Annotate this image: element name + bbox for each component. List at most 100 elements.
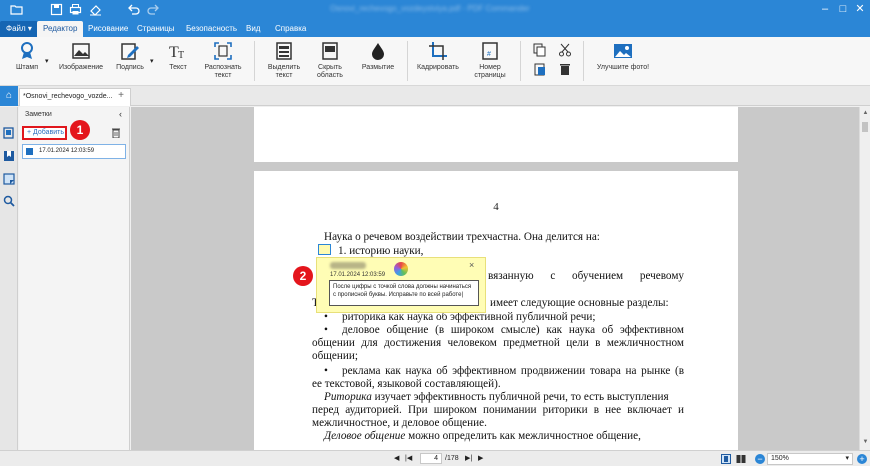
chevron-down-icon: ▾	[845, 455, 849, 462]
tab-help[interactable]: Справка	[269, 21, 312, 37]
page-number: 4	[493, 201, 499, 213]
text-line: Наука о речевом воздействии трехчастна. …	[324, 231, 600, 243]
signature-dropdown-icon[interactable]: ▾	[150, 57, 154, 65]
svg-text:T: T	[178, 50, 184, 61]
page-number-button[interactable]: # Номер страницы	[470, 41, 510, 83]
title-bar: Osnovi_rechevogo_vozdeystviya.pdf - PDF …	[0, 0, 870, 19]
text-button[interactable]: TT Текст	[164, 41, 192, 83]
notes-panel: Заметки ‹ + Добавить 17.01.2024 12:03:59	[19, 107, 130, 450]
maximize-icon[interactable]: □	[836, 2, 850, 16]
text-line: ее текстовой, языковой составляющей).	[312, 378, 501, 390]
svg-text:#: #	[487, 51, 491, 58]
image-button[interactable]: Изображение	[57, 41, 105, 83]
zoom-out-button[interactable]: −	[755, 454, 765, 464]
text-line: Деловое общение можно определить как меж…	[324, 430, 641, 442]
first-page-icon[interactable]: |◀	[405, 454, 412, 464]
page-number-input[interactable]: 4	[420, 453, 442, 464]
two-page-view-icon[interactable]	[736, 454, 746, 464]
minimize-icon[interactable]: –	[818, 2, 832, 16]
improve-photo-button[interactable]: Улучшите фото!	[592, 41, 654, 83]
ribbon-separator	[520, 41, 521, 81]
note-list-item[interactable]: 17.01.2024 12:03:59	[22, 144, 126, 159]
trash-icon[interactable]	[558, 62, 572, 76]
tab-security[interactable]: Безопасность	[180, 21, 243, 37]
ribbon-separator	[407, 41, 408, 81]
stamp-icon	[21, 42, 33, 59]
stamp-dropdown-icon[interactable]: ▾	[45, 57, 49, 65]
ribbon-toolbar: Штамп ▾ Изображение Подпись ▾ TT Текст Р…	[0, 37, 870, 86]
delete-note-icon[interactable]	[111, 127, 121, 138]
recognize-text-button[interactable]: Распознать текст	[200, 41, 246, 83]
note-date: 17.01.2024 12:03:59	[330, 272, 386, 278]
close-icon[interactable]: ✕	[853, 2, 867, 16]
recognize-icon	[214, 42, 232, 60]
print-icon[interactable]	[69, 3, 82, 16]
hide-area-icon	[322, 42, 338, 60]
note-popup: 17.01.2024 12:03:59 × После цифры с точк…	[316, 257, 486, 313]
scrollbar-thumb[interactable]	[862, 122, 868, 132]
redo-icon[interactable]	[147, 3, 160, 16]
text-line: реклама как наука об эффективном продвиж…	[342, 365, 684, 377]
image-icon	[72, 43, 90, 59]
single-page-view-icon[interactable]	[721, 454, 731, 464]
stamp-button[interactable]: Штамп	[12, 41, 42, 83]
scissors-icon[interactable]	[558, 43, 572, 57]
blur-button[interactable]: Размытие	[358, 41, 398, 83]
page-number-icon: #	[482, 42, 498, 60]
text-line: межличностное, и деловое общение.	[312, 417, 487, 429]
vertical-scrollbar[interactable]: ▲ ▼	[859, 107, 870, 450]
bookmarks-panel-icon[interactable]	[3, 150, 15, 162]
step-badge-2: 2	[293, 266, 313, 286]
window-title: Osnovi_rechevogo_vozdeystviya.pdf - PDF …	[330, 4, 530, 13]
ribbon-separator	[583, 41, 584, 81]
tab-view[interactable]: Вид	[240, 21, 266, 37]
scroll-up-icon[interactable]: ▲	[861, 110, 870, 118]
note-author	[330, 262, 366, 269]
blur-icon	[372, 43, 384, 60]
crop-button[interactable]: Кадрировать	[414, 41, 462, 83]
scan-icon[interactable]	[89, 3, 102, 16]
close-note-icon[interactable]: ×	[469, 260, 474, 270]
scroll-down-icon[interactable]: ▼	[861, 439, 870, 447]
note-icon	[26, 148, 33, 155]
note-marker-icon[interactable]	[318, 244, 331, 255]
paste-icon[interactable]	[533, 62, 547, 76]
home-icon[interactable]: ⌂	[0, 86, 18, 106]
note-text-field[interactable]: После цифры с точкой слова должны начина…	[329, 280, 479, 306]
step-badge-1: 1	[70, 120, 90, 140]
zoom-select[interactable]: 150% ▾	[767, 453, 853, 465]
text-line: общении для достижения человеком предмет…	[312, 337, 684, 349]
signature-icon	[121, 43, 139, 60]
file-menu-button[interactable]: Файл ▾	[0, 21, 38, 37]
tab-drawing[interactable]: Рисование	[82, 21, 134, 37]
document-viewport: 4 Наука о речевом воздействии трехчастна…	[131, 107, 859, 450]
pages-panel-icon[interactable]	[3, 127, 15, 139]
tab-editor[interactable]: Редактор	[37, 21, 84, 37]
undo-icon[interactable]	[127, 3, 140, 16]
add-tab-button[interactable]: +	[115, 89, 127, 103]
notes-panel-icon[interactable]	[3, 173, 15, 185]
text-line: вязанную с обучением речевому	[488, 270, 684, 282]
add-note-button[interactable]: + Добавить	[22, 126, 67, 140]
prev-page-icon[interactable]: ◀	[394, 454, 399, 464]
save-icon[interactable]	[50, 3, 63, 16]
color-picker-icon[interactable]	[394, 262, 408, 276]
last-page-icon[interactable]: ▶|	[465, 454, 472, 464]
status-bar: ◀ |◀ 4 /178 ▶| ▶ − 150% ▾ +	[0, 450, 870, 466]
document-tab-bar: ⌂ *Osnovi_rechevogo_vozde... +	[0, 86, 870, 106]
hide-area-button[interactable]: Скрыть область	[311, 41, 349, 83]
photo-icon	[614, 44, 632, 58]
search-icon[interactable]	[3, 195, 15, 207]
signature-button[interactable]: Подпись	[113, 41, 147, 83]
next-page-icon[interactable]: ▶	[478, 454, 483, 464]
copy-icon[interactable]	[533, 43, 547, 57]
zoom-in-button[interactable]: +	[857, 454, 867, 464]
tab-pages[interactable]: Страницы	[131, 21, 181, 37]
highlight-text-button[interactable]: Выделить текст	[262, 41, 306, 83]
crop-icon	[429, 42, 447, 60]
folder-icon[interactable]	[10, 3, 23, 16]
collapse-panel-icon[interactable]: ‹	[119, 109, 122, 119]
text-line: перед аудиторией. При широком понимании …	[312, 404, 684, 416]
highlight-icon	[276, 42, 292, 60]
previous-page	[254, 107, 738, 162]
